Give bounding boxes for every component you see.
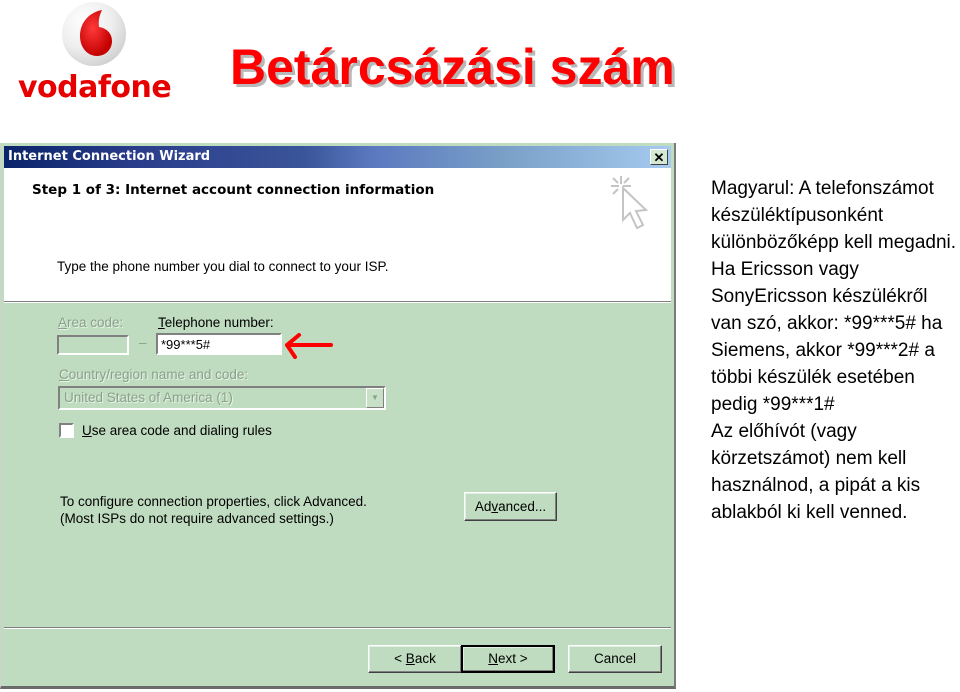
close-button[interactable]: ✕ [650, 149, 668, 165]
internet-connection-wizard-window: Internet Connection Wizard ✕ Step 1 of 3… [0, 143, 676, 689]
next-button[interactable]: Next > [461, 645, 555, 673]
explanation-paragraph-1: Magyarul: A telefonszámot készüléktípuso… [711, 178, 957, 415]
country-region-label: Country/region name and code: [59, 367, 249, 382]
slide-title: Betárcsázási szám [230, 39, 675, 95]
configure-line-2: (Most ISPs do not require advanced setti… [60, 511, 334, 526]
red-arrow-icon [285, 333, 333, 359]
explanation-text: Magyarul: A telefonszámot készüléktípuso… [711, 175, 960, 526]
configure-line-1: To configure connection properties, clic… [60, 494, 367, 509]
brand-wordmark: vodafone [18, 70, 172, 105]
wizard-header: Step 1 of 3: Internet account connection… [4, 168, 671, 303]
country-region-value: United States of America (1) [64, 390, 233, 405]
explanation-paragraph-2: Az előhívót (vagy körzetszámot) nem kell… [711, 421, 921, 523]
step-title: Step 1 of 3: Internet account connection… [32, 182, 435, 198]
cancel-button[interactable]: Cancel [568, 645, 662, 673]
chevron-down-icon: ▼ [366, 388, 384, 408]
vodafone-logo: vodafone [18, 2, 172, 107]
telephone-number-input[interactable] [156, 333, 282, 355]
area-code-input [57, 335, 129, 355]
close-icon: ✕ [653, 150, 665, 165]
window-title: Internet Connection Wizard [8, 149, 211, 164]
telephone-number-label: Telephone number: [158, 315, 274, 330]
window-titlebar[interactable]: Internet Connection Wizard ✕ [4, 146, 671, 168]
back-button[interactable]: < Back [368, 645, 462, 673]
footer-divider [4, 627, 671, 629]
configure-properties-text: To configure connection properties, clic… [60, 493, 367, 527]
use-area-code-checkbox[interactable] [59, 423, 74, 438]
wizard-cursor-sparkle-icon [611, 176, 649, 230]
dash-separator: – [139, 335, 147, 350]
use-area-code-label[interactable]: Use area code and dialing rules [82, 423, 272, 438]
vodafone-speechmark-icon [80, 10, 112, 56]
advanced-button[interactable]: Advanced... [464, 492, 557, 521]
instruction-text: Type the phone number you dial to connec… [57, 259, 389, 274]
area-code-label: Area code: [58, 315, 124, 330]
country-region-select: United States of America (1) ▼ [58, 386, 386, 410]
